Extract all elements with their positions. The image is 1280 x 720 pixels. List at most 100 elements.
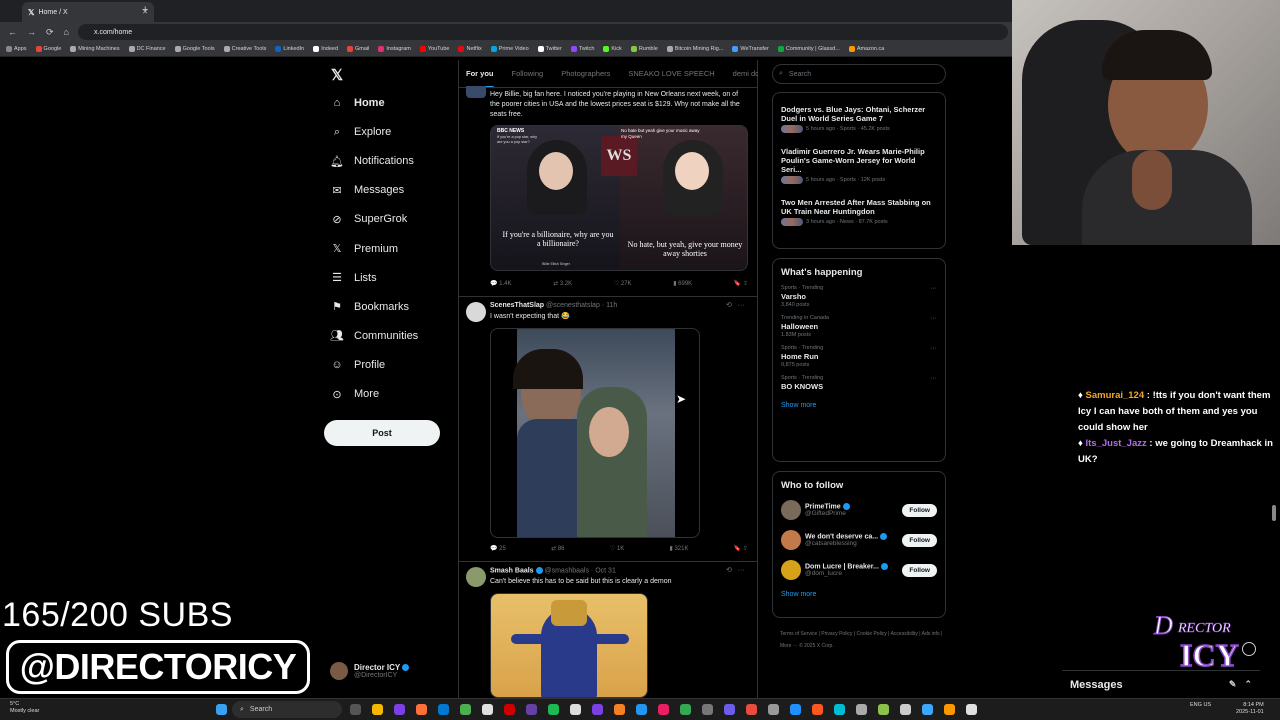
language-indicator[interactable]: ENG US (1190, 702, 1211, 709)
grok-icon[interactable] (1242, 642, 1256, 656)
tweet-image[interactable]: WS BBC NEWS If you're a pop star, why ar… (490, 125, 748, 271)
bookmark-item[interactable]: Netflix (458, 46, 482, 52)
like-button[interactable]: ♡ 27K (614, 280, 632, 287)
bookmark-item[interactable]: Bitcoin Mining Rig... (666, 46, 723, 52)
trend-item[interactable]: Sports · Trending Home Run 9,875 posts ··· (773, 342, 945, 372)
like-button[interactable]: ♡ 1K (610, 545, 624, 552)
tweet-more-icon[interactable]: ⟲ ··· (726, 301, 745, 309)
bookmark-item[interactable]: LinkedIn (275, 46, 304, 52)
nav-item-communities[interactable]: 👥︎ Communities (330, 329, 418, 343)
show-more-link[interactable]: Show more (773, 585, 945, 606)
taskbar-app-icon[interactable] (416, 704, 427, 715)
taskbar-app-icon[interactable] (768, 704, 779, 715)
taskbar-app-icon[interactable] (526, 704, 537, 715)
taskbar-app-icon[interactable] (856, 704, 867, 715)
scrollbar[interactable] (1272, 505, 1276, 521)
news-item[interactable]: Two Men Arrested After Mass Stabbing on … (773, 194, 945, 230)
taskbar-app-icon[interactable] (438, 704, 449, 715)
trend-item[interactable]: Sports · Trending BO KNOWS ··· (773, 372, 945, 396)
views-button[interactable]: ▮ 699K (673, 280, 692, 287)
follow-suggestion[interactable]: PrimeTime @GiftedPrime Follow (773, 495, 945, 525)
taskbar-search[interactable]: ⌕ Search (232, 701, 342, 718)
show-more-link[interactable]: Show more (773, 396, 945, 417)
more-dots-icon[interactable]: ··· (930, 285, 937, 292)
avatar[interactable] (781, 530, 801, 550)
nav-item-home[interactable]: ⌂ Home (330, 96, 385, 110)
author-handle[interactable]: @smashbaals (545, 567, 589, 574)
repost-button[interactable]: ⇄ 86 (551, 545, 564, 552)
x-logo-icon[interactable]: 𝕏 (331, 66, 343, 84)
taskbar-app-icon[interactable] (834, 704, 845, 715)
taskbar-app-icon[interactable] (570, 704, 581, 715)
author-name[interactable]: ScenesThatSlap (490, 302, 544, 309)
bookmark-item[interactable]: Indeed (313, 46, 338, 52)
taskbar-app-icon[interactable] (966, 704, 977, 715)
bookmark-item[interactable]: Mining Machines (70, 46, 120, 52)
nav-item-messages[interactable]: ✉ Messages (330, 183, 404, 197)
avatar[interactable] (466, 86, 486, 98)
taskbar-app-icon[interactable] (372, 704, 383, 715)
taskbar-app-icon[interactable] (680, 704, 691, 715)
trend-item[interactable]: Trending in Canada Halloween 1.83M posts ··… (773, 312, 945, 342)
tweet-image[interactable] (490, 593, 648, 698)
taskbar-app-icon[interactable] (790, 704, 801, 715)
bookmark-icon[interactable]: 🔖 ⇪ (734, 545, 748, 552)
bookmark-item[interactable]: Twitter (537, 46, 562, 52)
taskbar-app-icon[interactable] (922, 704, 933, 715)
new-tab-icon[interactable]: + (142, 4, 148, 16)
bookmark-item[interactable]: Google Tools (174, 46, 215, 52)
author-name[interactable]: Smash Baals (490, 567, 534, 574)
tweet-video[interactable] (490, 328, 700, 538)
bookmark-item[interactable]: DC Finance (128, 46, 166, 52)
follow-suggestion[interactable]: Dom Lucre | Breaker... @dom_lucre Follow (773, 555, 945, 585)
nav-item-notifications[interactable]: 🔔︎ Notifications (330, 154, 414, 168)
taskbar-app-icon[interactable] (482, 704, 493, 715)
more-dots-icon[interactable]: ··· (930, 315, 937, 322)
taskbar-app-icon[interactable] (900, 704, 911, 715)
follow-button[interactable]: Follow (902, 503, 937, 517)
author-handle[interactable]: @scenesthatslap (546, 302, 600, 309)
compose-icon[interactable]: ✎ (1229, 679, 1237, 690)
bookmark-item[interactable]: Kick (603, 46, 622, 52)
bookmark-item[interactable]: Creative Tools (223, 46, 266, 52)
views-button[interactable]: ▮ 321K (670, 545, 689, 552)
follow-button[interactable]: Follow (902, 563, 937, 577)
more-dots-icon[interactable]: ··· (930, 345, 937, 352)
taskbar-app-icon[interactable] (702, 704, 713, 715)
address-bar[interactable]: x.com/home (78, 24, 1008, 40)
taskbar-app-icon[interactable] (746, 704, 757, 715)
taskbar-app-icon[interactable] (394, 704, 405, 715)
chevron-up-icon[interactable]: ⌃ (1244, 679, 1252, 690)
bookmark-item[interactable]: WeTransfer (732, 46, 769, 52)
reload-icon[interactable]: ⟳ (46, 27, 54, 38)
taskbar-app-icon[interactable] (614, 704, 625, 715)
nav-item-lists[interactable]: ☰ Lists (330, 271, 377, 285)
nav-item-profile[interactable]: ☺ Profile (330, 358, 385, 372)
messages-drawer[interactable]: Messages ✎ ⌃ (1062, 670, 1260, 698)
taskbar-app-icon[interactable] (504, 704, 515, 715)
follow-suggestion[interactable]: We don't deserve ca... @catsareblessing F… (773, 525, 945, 555)
taskbar-app-icon[interactable] (460, 704, 471, 715)
avatar[interactable] (466, 302, 486, 322)
trend-item[interactable]: Sports · Trending Varsho 3,840 posts ··· (773, 282, 945, 312)
back-icon[interactable]: ← (8, 27, 17, 37)
taskbar-app-icon[interactable] (724, 704, 735, 715)
bookmark-item[interactable]: Gmail (347, 46, 369, 52)
taskbar-app-icon[interactable] (812, 704, 823, 715)
taskbar-app-icon[interactable] (636, 704, 647, 715)
bookmark-item[interactable]: Google (35, 46, 61, 52)
avatar[interactable] (781, 500, 801, 520)
follow-button[interactable]: Follow (902, 533, 937, 547)
bookmark-item[interactable]: Twitch (570, 46, 594, 52)
footer-links[interactable]: Terms of Service | Privacy Policy | Cook… (780, 628, 946, 652)
nav-item-more[interactable]: ⊙ More (330, 387, 379, 401)
avatar[interactable] (781, 560, 801, 580)
taskbar-app-icon[interactable] (548, 704, 559, 715)
bookmark-icon[interactable]: 🔖 ⇪ (734, 280, 748, 287)
news-item[interactable]: Dodgers vs. Blue Jays: Ohtani, Scherzer … (773, 101, 945, 137)
news-item[interactable]: Vladimir Guerrero Jr. Wears Marie-Philip… (773, 143, 945, 188)
tab-photographers[interactable]: Photographers (561, 69, 610, 78)
reply-button[interactable]: 💬 1.4K (490, 280, 511, 287)
tab-sneako[interactable]: SNEAKO LOVE SPEECH (628, 69, 714, 78)
browser-tab[interactable]: 𝕏 Home / X ✕ (22, 2, 154, 22)
